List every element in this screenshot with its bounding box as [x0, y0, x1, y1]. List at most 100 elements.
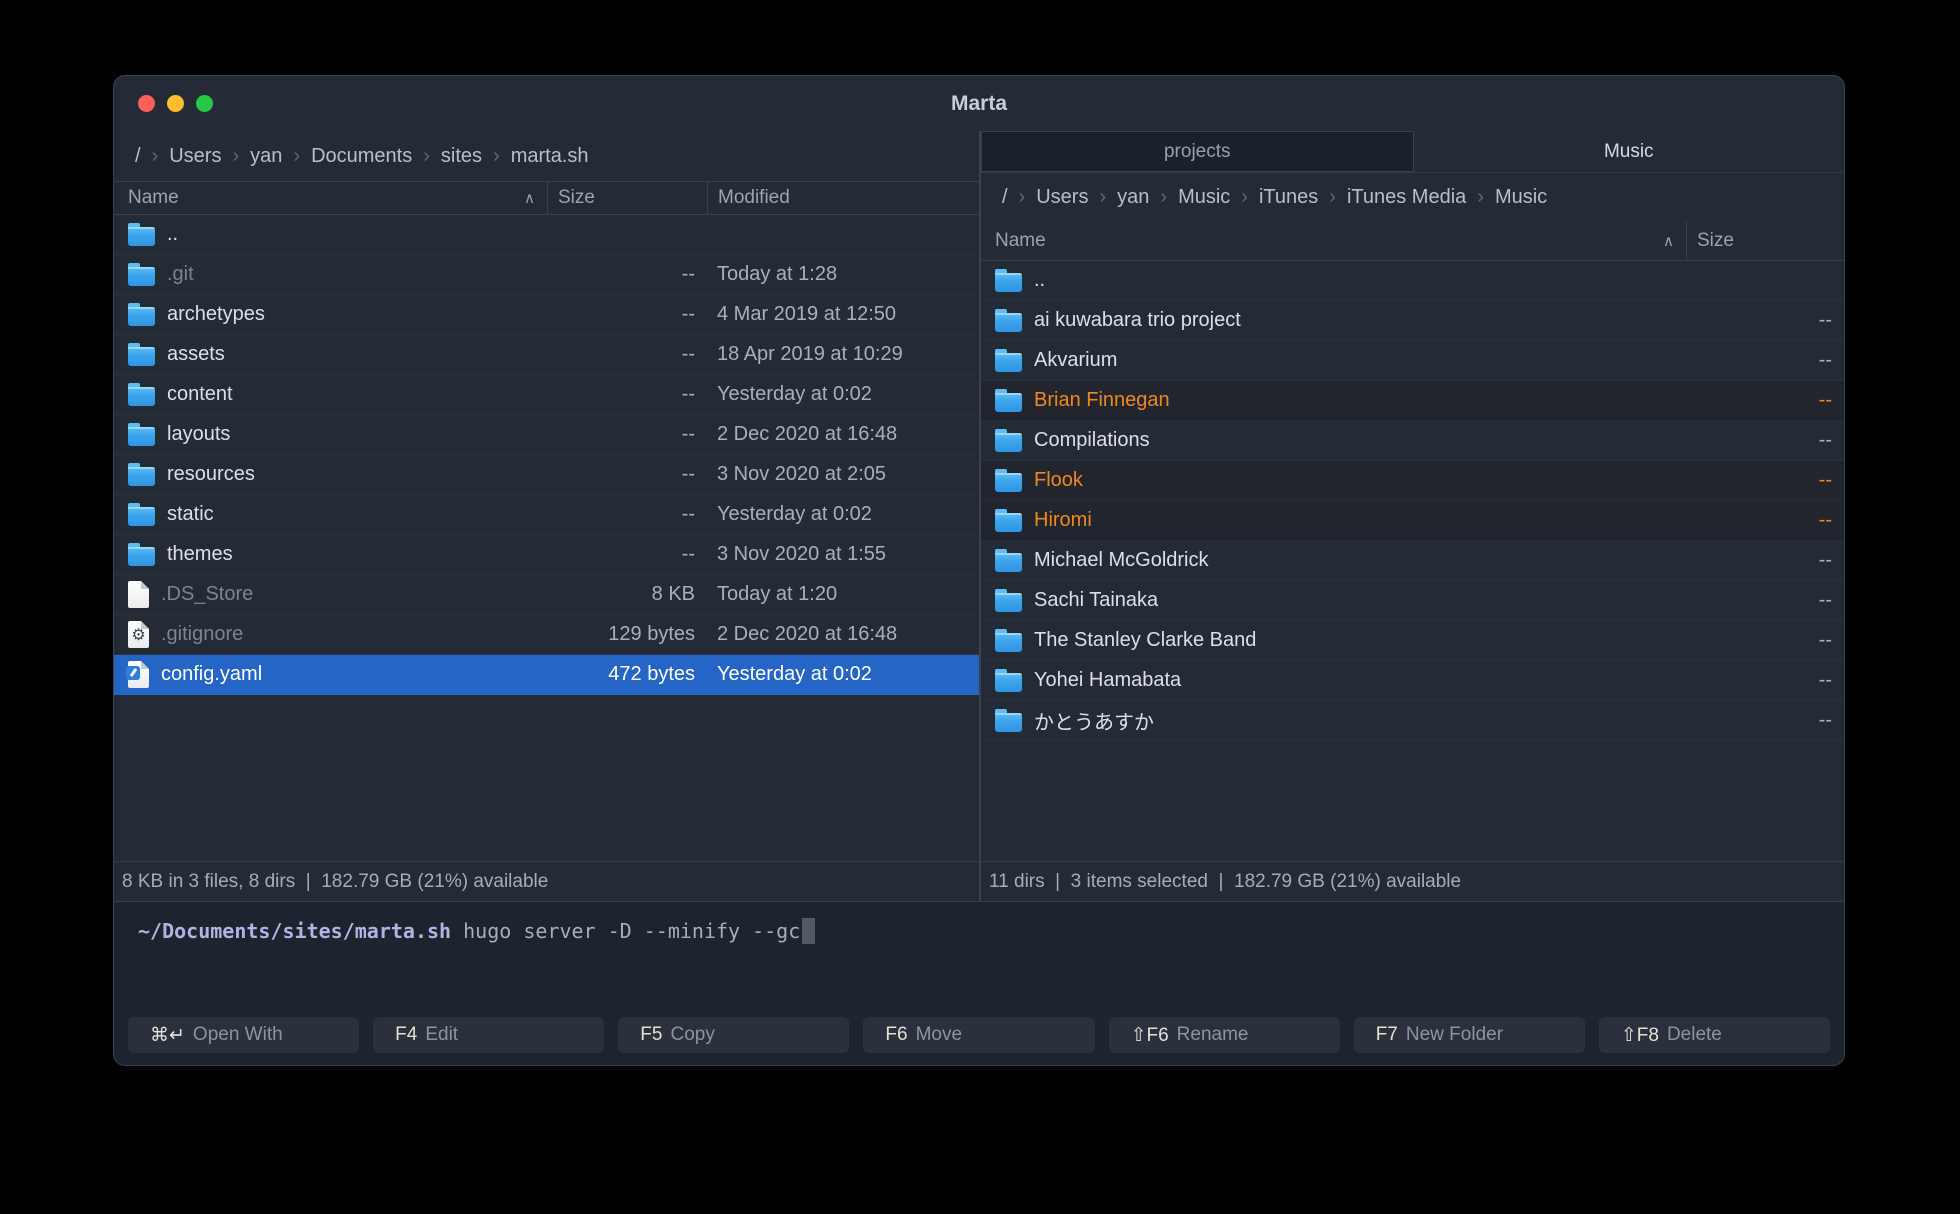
file-row[interactable]: layouts -- 2 Dec 2020 at 16:48	[114, 415, 979, 455]
file-size: 129 bytes	[608, 623, 695, 645]
file-row[interactable]: resources -- 3 Nov 2020 at 2:05	[114, 455, 979, 495]
breadcrumb-item[interactable]: yan	[250, 145, 282, 168]
file-row[interactable]: assets -- 18 Apr 2019 at 10:29	[114, 335, 979, 375]
chevron-right-icon: ›	[1329, 185, 1336, 208]
column-header-modified[interactable]: Modified	[707, 182, 979, 214]
file-row[interactable]: Hiromi --	[981, 501, 1844, 541]
fn-button-move[interactable]: F6 Move	[863, 1017, 1095, 1053]
fn-button-rename[interactable]: ⇧F6 Rename	[1108, 1017, 1340, 1053]
file-size: 8 KB	[651, 583, 695, 605]
file-row[interactable]: ai kuwabara trio project --	[981, 301, 1844, 341]
file-row[interactable]: archetypes -- 4 Mar 2019 at 12:50	[114, 295, 979, 335]
file-row[interactable]: ⚙ .gitignore 129 bytes 2 Dec 2020 at 16:48	[114, 615, 979, 655]
fn-key-label: F6	[885, 1024, 908, 1045]
breadcrumb-item[interactable]: iTunes	[1259, 186, 1318, 209]
column-header-size[interactable]: Size	[547, 182, 707, 214]
file-row[interactable]: .DS_Store 8 KB Today at 1:20	[114, 575, 979, 615]
file-size: --	[681, 503, 695, 525]
marta-window: Marta / › Users › yan › Documents › sites › marta.…	[113, 75, 1845, 1066]
file-name: archetypes	[167, 303, 265, 325]
file-row[interactable]: Michael McGoldrick --	[981, 541, 1844, 581]
breadcrumb-item[interactable]: iTunes Media	[1347, 186, 1466, 209]
breadcrumb-item[interactable]: Documents	[311, 145, 412, 168]
file-name: content	[167, 383, 233, 405]
breadcrumb-item[interactable]: yan	[1117, 186, 1149, 209]
chevron-right-icon: ›	[1477, 185, 1484, 208]
file-name: Hiromi	[1034, 509, 1092, 531]
breadcrumb-item[interactable]: Users	[1036, 186, 1088, 209]
file-name: layouts	[167, 423, 231, 445]
file-name: Brian Finnegan	[1034, 389, 1170, 411]
folder-icon	[128, 303, 155, 326]
file-name: ..	[1034, 269, 1046, 291]
breadcrumb-item[interactable]: /	[135, 145, 141, 168]
file-row[interactable]: ..	[114, 215, 979, 255]
chevron-right-icon: ›	[151, 144, 159, 167]
terminal-command-line[interactable]: ~/Documents/sites/marta.sh hugo server -…	[114, 902, 1844, 944]
chevron-right-icon: ›	[423, 144, 430, 167]
terminal-command-text: hugo server -D --minify --gc	[451, 919, 801, 943]
folder-icon	[995, 669, 1022, 692]
titlebar[interactable]: Marta	[114, 76, 1844, 131]
file-name: assets	[167, 343, 225, 365]
file-row[interactable]: Compilations --	[981, 421, 1844, 461]
file-size: --	[681, 543, 695, 565]
column-header-size[interactable]: Size	[1686, 221, 1844, 260]
file-size: --	[681, 463, 695, 485]
file-modified: Yesterday at 0:02	[717, 503, 872, 525]
breadcrumb-item[interactable]: Music	[1495, 186, 1547, 209]
tab-music[interactable]: Music	[1414, 131, 1845, 172]
fn-button-new-folder[interactable]: F7 New Folder	[1353, 1017, 1585, 1053]
file-row[interactable]: Brian Finnegan --	[981, 381, 1844, 421]
file-size: --	[1818, 429, 1832, 451]
folder-icon	[128, 223, 155, 246]
fn-button-copy[interactable]: F5 Copy	[618, 1017, 850, 1053]
breadcrumb-item[interactable]: marta.sh	[511, 145, 589, 168]
file-name: Akvarium	[1034, 349, 1118, 371]
gear-icon: ⚙	[131, 626, 146, 644]
file-row[interactable]: Sachi Tainaka --	[981, 581, 1844, 621]
file-row[interactable]: .git -- Today at 1:28	[114, 255, 979, 295]
fn-key-label: F5	[640, 1024, 663, 1045]
file-row[interactable]: themes -- 3 Nov 2020 at 1:55	[114, 535, 979, 575]
file-name: Flook	[1034, 469, 1083, 491]
file-row[interactable]: かとうあすか --	[981, 701, 1844, 741]
file-row[interactable]: Flook --	[981, 461, 1844, 501]
fn-key-label: F7	[1375, 1024, 1398, 1045]
file-name: The Stanley Clarke Band	[1034, 629, 1257, 651]
document-icon	[128, 581, 149, 608]
breadcrumb-item[interactable]: Music	[1178, 186, 1230, 209]
file-modified: Today at 1:20	[717, 583, 838, 605]
file-modified: Today at 1:28	[717, 263, 838, 285]
file-modified: Yesterday at 0:02	[717, 383, 872, 405]
breadcrumb-item[interactable]: /	[1002, 186, 1008, 209]
file-row[interactable]: static -- Yesterday at 0:02	[114, 495, 979, 535]
file-row[interactable]: Yohei Hamabata --	[981, 661, 1844, 701]
file-row[interactable]: Akvarium --	[981, 341, 1844, 381]
fn-button-open-with[interactable]: ⌘↵ Open With	[128, 1017, 360, 1053]
tab-projects[interactable]: projects	[981, 131, 1414, 172]
file-name: .gitignore	[161, 623, 244, 645]
file-row[interactable]: content -- Yesterday at 0:02	[114, 375, 979, 415]
file-list: .. .git -- Today at 1:28 archetypes -- 4 Mar 2…	[114, 215, 979, 861]
chevron-right-icon: ›	[1160, 185, 1168, 208]
fn-button-delete[interactable]: ⇧F8 Delete	[1598, 1017, 1830, 1053]
file-size: --	[1818, 469, 1832, 491]
file-name: .git	[167, 263, 194, 285]
terminal-prompt-path: ~/Documents/sites/marta.sh	[138, 919, 452, 943]
breadcrumb-item[interactable]: Users	[169, 145, 221, 168]
file-row[interactable]: config.yaml 472 bytes Yesterday at 0:02	[114, 655, 979, 695]
column-header-name[interactable]: Name ∧	[114, 182, 547, 214]
file-list: .. ai kuwabara trio project -- Akvarium -- Br…	[981, 261, 1844, 861]
column-header-size-label: Size	[558, 187, 595, 208]
file-row[interactable]: ..	[981, 261, 1844, 301]
status-bar: 8 KB in 3 files, 8 dirs | 182.79 GB (21%…	[114, 861, 979, 901]
fn-button-edit[interactable]: F4 Edit	[373, 1017, 605, 1053]
breadcrumb-item[interactable]: sites	[441, 145, 482, 168]
file-modified: 2 Dec 2020 at 16:48	[717, 623, 898, 645]
column-header-name[interactable]: Name ∧	[981, 221, 1686, 260]
column-header-row: Name ∧ Size Modified	[114, 181, 979, 215]
file-row[interactable]: The Stanley Clarke Band --	[981, 621, 1844, 661]
folder-icon	[995, 349, 1022, 372]
folder-icon	[995, 309, 1022, 332]
